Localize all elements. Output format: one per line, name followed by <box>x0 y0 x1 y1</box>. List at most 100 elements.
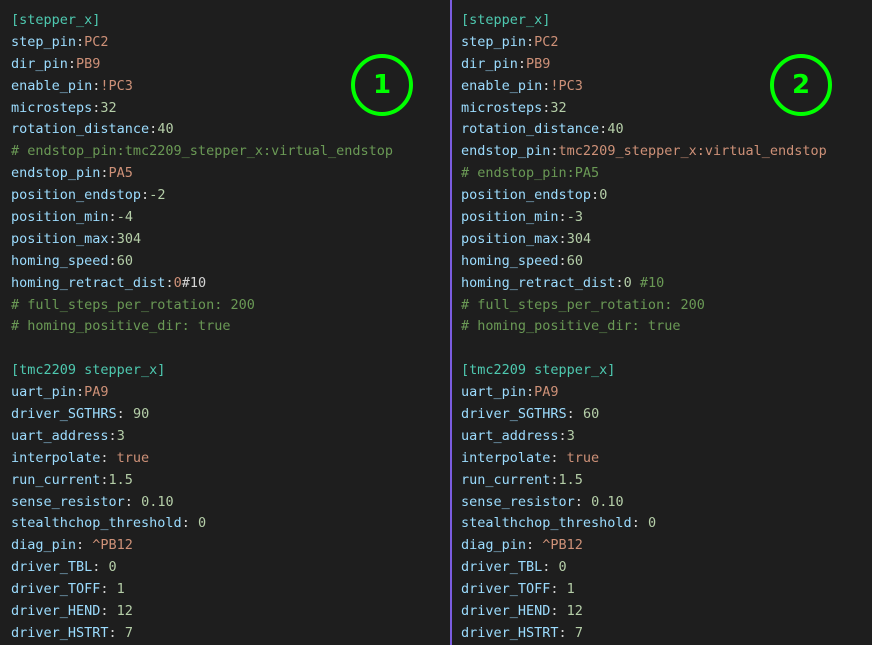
code-line: endstop_pin:tmc2209_stepper_x:virtual_en… <box>461 141 827 163</box>
code-line: driver_SGTHRS: 60 <box>461 404 827 426</box>
config-value: 0.10 <box>141 493 174 510</box>
config-key: rotation_distance <box>461 121 600 138</box>
config-key: position_endstop <box>11 187 142 204</box>
code-line: driver_SGTHRS: 90 <box>11 404 393 426</box>
separator: : <box>181 515 198 532</box>
code-line: run_current:1.5 <box>461 470 827 492</box>
code-line: # endstop_pin:PA5 <box>461 163 827 185</box>
code-line: endstop_pin:PA5 <box>11 163 393 185</box>
config-key: homing_speed <box>11 252 109 269</box>
config-key: sense_resistor <box>461 493 575 510</box>
code-line: uart_address:3 <box>11 426 393 448</box>
config-value: 3 <box>116 427 125 444</box>
code-line: step_pin:PC2 <box>11 32 393 54</box>
separator: : <box>108 209 117 226</box>
config-key: driver_HEND <box>461 603 551 620</box>
code-line: position_min:-3 <box>461 207 827 229</box>
annotation-badge-2: 2 <box>770 54 832 116</box>
separator: : <box>100 603 117 620</box>
config-value: 32 <box>550 99 567 116</box>
code-line: # homing_positive_dir: true <box>461 316 827 338</box>
config-value: tmc2209_stepper_x:virtual_endstop <box>558 143 827 160</box>
config-value: 90 <box>132 406 150 423</box>
code-line: driver_TOFF: 1 <box>11 579 393 601</box>
separator: : <box>108 427 117 444</box>
separator: : <box>526 384 535 401</box>
config-value: true <box>566 449 600 466</box>
separator: : <box>558 209 567 226</box>
code-comparison-view: [stepper_x] step_pin:PC2 dir_pin:PB9 enable… <box>0 0 872 645</box>
separator: : <box>558 252 567 269</box>
separator: : <box>558 624 575 641</box>
code-line: homing_retract_dist:0#10 <box>11 273 393 295</box>
config-key: run_current <box>461 471 551 488</box>
separator: : <box>550 449 567 466</box>
config-value: 304 <box>116 230 142 247</box>
separator: : <box>591 187 600 204</box>
code-line: interpolate: true <box>461 448 827 470</box>
code-line: rotation_distance:40 <box>461 119 827 141</box>
config-key: position_max <box>461 230 559 247</box>
config-key: homing_retract_dist <box>11 274 166 291</box>
config-key: uart_address <box>461 427 559 444</box>
comment-text: # endstop_pin:tmc2209_stepper_x:virtual_… <box>11 143 394 160</box>
config-key: uart_address <box>11 427 109 444</box>
separator: : <box>615 274 624 291</box>
comment-text: # homing_positive_dir: true <box>11 318 231 335</box>
config-key: microsteps <box>11 99 93 116</box>
config-value: 0 <box>197 515 207 532</box>
config-key: microsteps <box>461 99 543 116</box>
separator: : <box>550 581 567 598</box>
separator: : <box>67 55 77 72</box>
section-header: [tmc2209 stepper_x] <box>461 362 616 379</box>
config-value: PC2 <box>534 33 559 50</box>
badge-label: 2 <box>791 70 811 100</box>
config-key: endstop_pin <box>11 165 101 182</box>
config-value: !PC3 <box>100 77 133 94</box>
config-key: uart_pin <box>461 384 527 401</box>
code-line: step_pin:PC2 <box>461 32 827 54</box>
config-value: 12 <box>566 603 583 620</box>
config-key: run_current <box>11 471 101 488</box>
config-key: driver_HSTRT <box>11 624 109 641</box>
code-line: driver_HEND: 12 <box>11 601 393 623</box>
config-key: homing_retract_dist <box>461 274 616 291</box>
config-key: driver_TBL <box>461 559 543 576</box>
config-key: driver_TOFF <box>461 581 551 598</box>
code-line: uart_pin:PA9 <box>11 382 393 404</box>
config-key: driver_TBL <box>11 559 93 576</box>
config-key: interpolate <box>461 449 551 466</box>
config-value: ^PB12 <box>92 537 133 554</box>
code-line: position_min:-4 <box>11 207 393 229</box>
config-value: 0 <box>558 559 567 576</box>
badge-label: 1 <box>372 70 392 100</box>
config-value: 0.10 <box>591 493 624 510</box>
config-key: endstop_pin <box>461 143 551 160</box>
config-value: PC2 <box>84 33 109 50</box>
separator: : <box>108 624 125 641</box>
separator: : <box>517 55 527 72</box>
config-value: true <box>116 449 150 466</box>
config-value: 40 <box>157 121 174 138</box>
code-line: position_max:304 <box>461 229 827 251</box>
comment-text: # homing_positive_dir: true <box>461 318 681 335</box>
config-value: 0 <box>599 187 608 204</box>
code-line: [tmc2209 stepper_x] <box>11 360 393 382</box>
code-line: # full_steps_per_rotation: 200 <box>11 295 393 317</box>
separator: : <box>558 230 567 247</box>
config-key: stealthchop_threshold <box>11 515 182 532</box>
config-value: 0 <box>647 515 657 532</box>
separator: : <box>526 537 543 554</box>
config-value: 60 <box>566 252 583 269</box>
comment-text: # full_steps_per_rotation: 200 <box>461 296 705 313</box>
config-value: -2 <box>149 187 166 204</box>
config-key: rotation_distance <box>11 121 150 138</box>
separator: : <box>76 384 85 401</box>
config-key: stealthchop_threshold <box>461 515 632 532</box>
config-value: PA5 <box>108 165 133 182</box>
code-line: microsteps:32 <box>461 98 827 120</box>
config-value: 1.5 <box>558 471 583 488</box>
config-key: position_min <box>461 209 559 226</box>
